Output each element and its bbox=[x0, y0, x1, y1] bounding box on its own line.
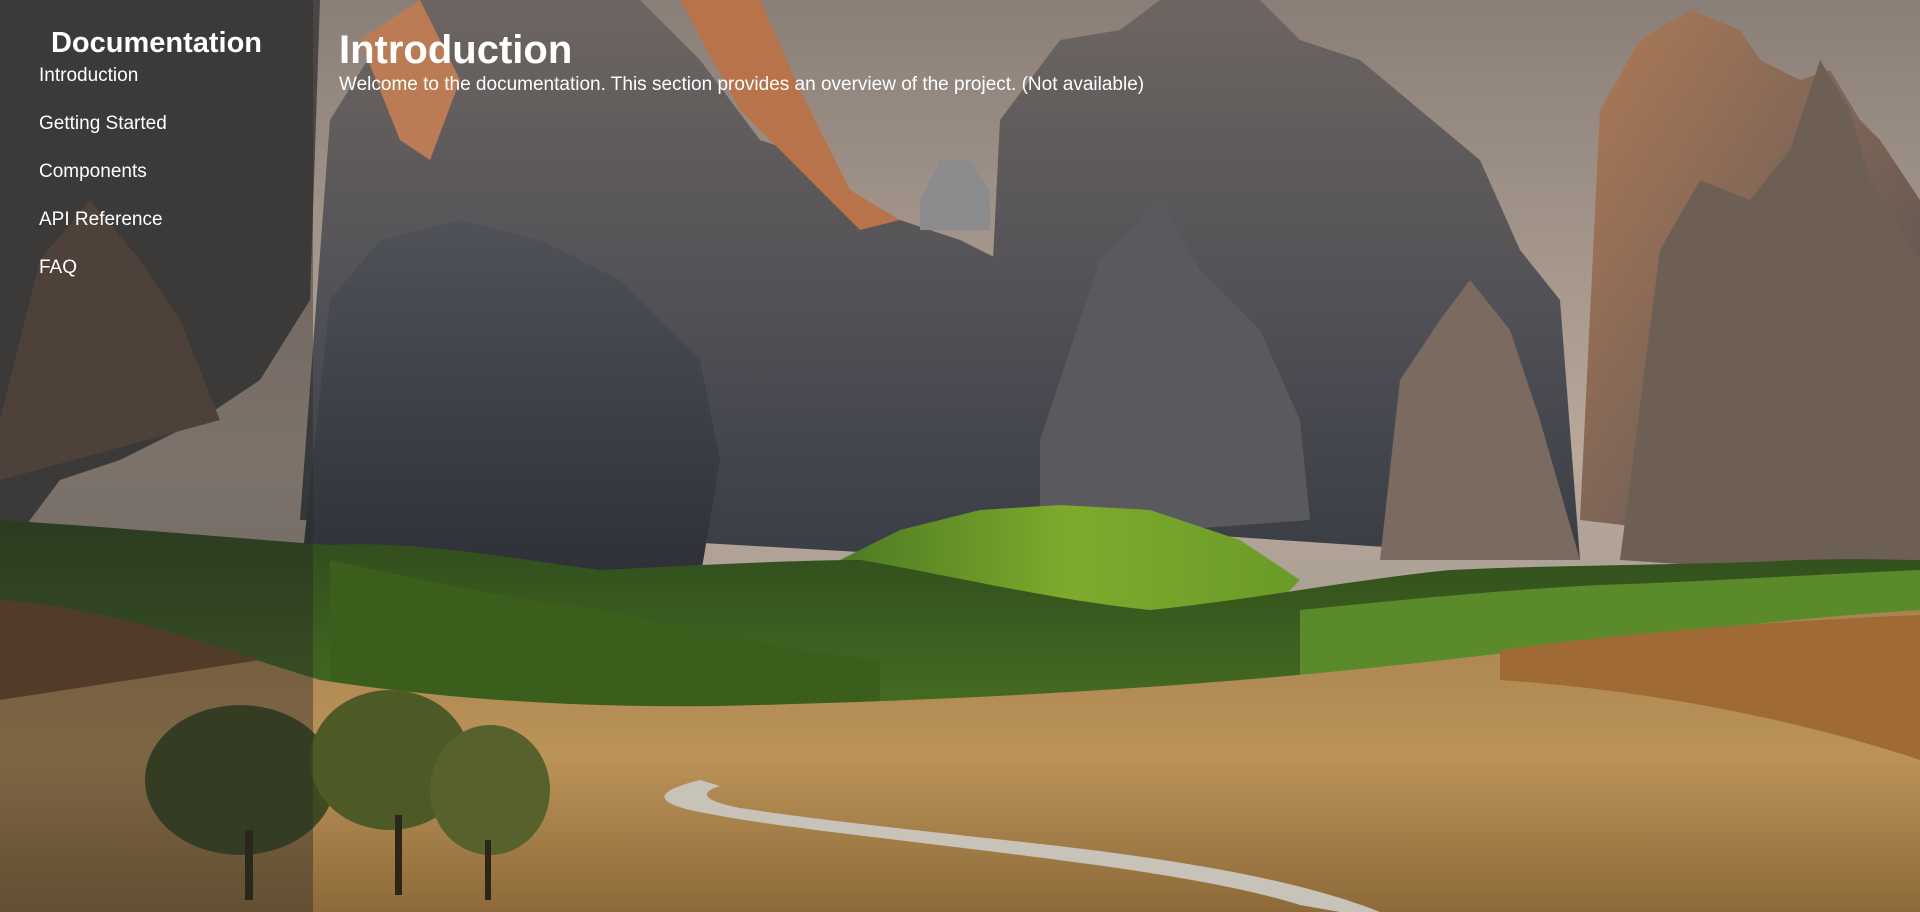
sidebar-item-label[interactable]: FAQ bbox=[39, 256, 77, 280]
page-description: Welcome to the documentation. This secti… bbox=[339, 74, 1145, 95]
main-content: Introduction Welcome to the documentatio… bbox=[339, 28, 1879, 97]
page-title: Introduction bbox=[339, 28, 573, 72]
page: Documentation Introduction Getting Start… bbox=[0, 0, 1920, 912]
sidebar-item-components[interactable]: Components bbox=[39, 160, 313, 208]
sidebar-item-label[interactable]: Getting Started bbox=[39, 112, 167, 136]
sidebar: Documentation Introduction Getting Start… bbox=[0, 0, 313, 912]
sidebar-item-label[interactable]: Introduction bbox=[39, 64, 138, 88]
sidebar-item-getting-started[interactable]: Getting Started bbox=[39, 112, 313, 160]
sidebar-item-api-reference[interactable]: API Reference bbox=[39, 208, 313, 256]
sidebar-nav: Introduction Getting Started Components … bbox=[0, 64, 313, 304]
sidebar-item-faq[interactable]: FAQ bbox=[39, 256, 313, 304]
sidebar-item-label[interactable]: API Reference bbox=[39, 208, 163, 232]
sidebar-title: Documentation bbox=[50, 27, 263, 59]
sidebar-item-introduction[interactable]: Introduction bbox=[39, 64, 313, 112]
sidebar-item-label[interactable]: Components bbox=[39, 160, 147, 184]
